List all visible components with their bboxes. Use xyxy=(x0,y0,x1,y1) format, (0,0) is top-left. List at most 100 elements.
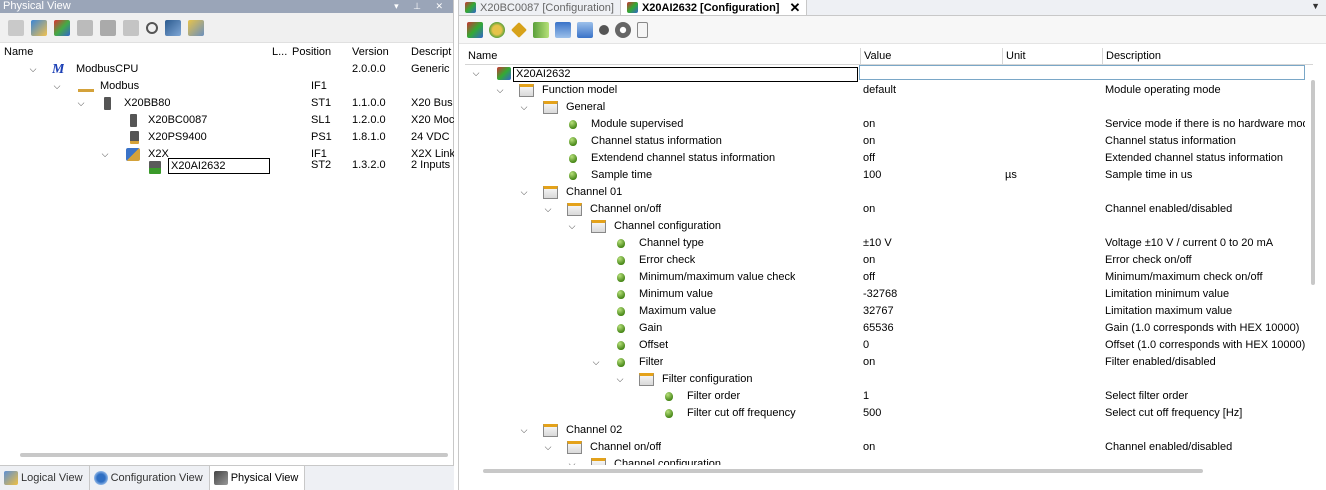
column-version[interactable]: Version xyxy=(352,44,389,60)
grid-row[interactable]: ⌵ Filter configuration xyxy=(465,371,1307,388)
grid-row-value[interactable]: 65536 xyxy=(863,320,1001,337)
horizontal-scrollbar[interactable] xyxy=(483,469,1203,473)
tree-node-x20bc0087[interactable]: X20BC0087 SL1 1.2.0.0 X20 Moc xyxy=(0,112,454,129)
close-icon[interactable]: ✕ xyxy=(789,0,800,16)
settings-icon[interactable] xyxy=(615,21,631,38)
tree-node-x20ps9400[interactable]: X20PS9400 PS1 1.8.1.0 24 VDC xyxy=(0,129,454,146)
grid-row[interactable]: Channel type ±10 V Voltage ±10 V / current… xyxy=(465,235,1307,252)
sort-descending-icon[interactable] xyxy=(555,21,571,38)
grid-row-value[interactable]: 1 xyxy=(863,388,1001,405)
chevron-down-icon[interactable]: ⌵ xyxy=(495,82,505,99)
configuration-icon[interactable] xyxy=(54,19,70,36)
grid-row[interactable]: ⌵ Channel on/off on Channel enabled/disable… xyxy=(465,201,1307,218)
grid-row-name[interactable]: X20AI2632 xyxy=(513,67,858,82)
chevron-down-icon[interactable]: ⌵ xyxy=(52,78,62,95)
grid-row-value[interactable] xyxy=(859,65,1305,80)
grid-row-value[interactable]: on xyxy=(863,439,1001,456)
column-position[interactable]: Position xyxy=(292,44,331,60)
grid-row[interactable]: ⌵ Channel configuration xyxy=(465,456,1307,465)
chevron-down-icon[interactable]: ⌵ xyxy=(519,184,529,201)
chevron-down-icon[interactable]: ⌵ xyxy=(615,371,625,388)
grid-row-value[interactable]: 100 xyxy=(863,167,1001,184)
tab-physical-view[interactable]: Physical View xyxy=(209,466,306,490)
grid-row-value[interactable]: 500 xyxy=(863,405,1001,422)
column-name[interactable]: Name xyxy=(465,48,497,65)
column-name[interactable]: Name xyxy=(4,44,33,60)
chevron-down-icon[interactable]: ⌵ xyxy=(519,422,529,439)
search-icon[interactable] xyxy=(146,21,158,34)
column-value[interactable]: Value xyxy=(860,48,891,65)
chevron-down-icon[interactable]: ⌵ xyxy=(471,65,481,82)
expand-all-icon[interactable] xyxy=(533,21,549,38)
grid-row[interactable]: Gain 65536 Gain (1.0 corresponds with HEX … xyxy=(465,320,1307,337)
grid-row-value[interactable]: on xyxy=(863,133,1001,150)
grid-row-value[interactable]: on xyxy=(863,354,1001,371)
chevron-down-icon[interactable]: ▼ xyxy=(1311,1,1320,11)
chevron-down-icon[interactable]: ⌵ xyxy=(543,439,553,456)
grid-row-value[interactable]: default xyxy=(863,82,1001,99)
grid-row-value[interactable]: on xyxy=(863,201,1001,218)
column-location[interactable]: L... xyxy=(272,44,287,60)
grid-row-value[interactable]: on xyxy=(863,252,1001,269)
chevron-down-icon[interactable]: ⌵ xyxy=(28,61,38,78)
grid-row-value[interactable]: on xyxy=(863,116,1001,133)
chevron-down-icon[interactable]: ⌵ xyxy=(519,99,529,116)
chevron-down-icon[interactable]: ⌵ xyxy=(567,218,577,235)
grid-row-root[interactable]: ⌵ X20AI2632 xyxy=(465,65,1307,82)
grid-row[interactable]: Minimum value -32768 Limitation minimum va… xyxy=(465,286,1307,303)
grid-row[interactable]: ⌵ Function model default Module operating m… xyxy=(465,82,1307,99)
grid-row[interactable]: Minimum/maximum value check off Minimum/ma… xyxy=(465,269,1307,286)
record-icon[interactable] xyxy=(599,24,609,35)
grid-row[interactable]: Offset 0 Offset (1.0 corresponds with HEX … xyxy=(465,337,1307,354)
grid-row[interactable]: ⌵ Channel configuration xyxy=(465,218,1307,235)
grid-row[interactable]: ⌵ Channel on/off on Channel enabled/disable… xyxy=(465,439,1307,456)
grid-row-value[interactable]: ±10 V xyxy=(863,235,1001,252)
grid-row-value[interactable]: off xyxy=(863,269,1001,286)
grid-row-value[interactable]: 0 xyxy=(863,337,1001,354)
find-icon[interactable] xyxy=(31,19,47,36)
grid-row-value[interactable] xyxy=(863,422,1001,439)
sort-ascending-icon[interactable] xyxy=(577,21,593,38)
grid-row-value[interactable]: off xyxy=(863,150,1001,167)
chevron-down-icon[interactable]: ⌵ xyxy=(76,95,86,112)
tree-node-label-selected[interactable]: X20AI2632 xyxy=(168,158,270,174)
tab-logical-view[interactable]: Logical View xyxy=(0,466,90,490)
column-description[interactable]: Description xyxy=(1102,48,1161,65)
grid-row-value[interactable]: -32768 xyxy=(863,286,1001,303)
grid-row-value[interactable]: 32767 xyxy=(863,303,1001,320)
panel-window-controls[interactable]: ▾ ⊥ ✕ xyxy=(394,0,449,13)
vertical-scrollbar[interactable] xyxy=(1311,80,1315,285)
grid-row[interactable]: Channel status information on Channel stat… xyxy=(465,133,1307,150)
configuration-icon[interactable] xyxy=(467,21,483,38)
grid-row-value[interactable] xyxy=(863,371,1001,388)
column-description[interactable]: Descript xyxy=(411,44,451,60)
grid-row[interactable]: Maximum value 32767 Limitation maximum val… xyxy=(465,303,1307,320)
device-icon[interactable] xyxy=(123,19,139,36)
column-unit[interactable]: Unit xyxy=(1002,48,1026,65)
grid-row[interactable]: ⌵ Channel 02 xyxy=(465,422,1307,439)
chevron-down-icon[interactable]: ⌵ xyxy=(543,201,553,218)
horizontal-scrollbar[interactable] xyxy=(20,453,448,457)
grid-row[interactable]: Module supervised on Service mode if there… xyxy=(465,116,1307,133)
chevron-down-icon[interactable]: ⌵ xyxy=(591,354,601,371)
system-configuration-icon[interactable] xyxy=(100,19,116,36)
tab-x20ai2632-configuration[interactable]: X20AI2632 [Configuration] ✕ xyxy=(619,0,808,16)
chevron-down-icon[interactable]: ⌵ xyxy=(567,456,577,465)
grid-row-value[interactable] xyxy=(863,218,1001,235)
wizard-icon[interactable] xyxy=(188,19,204,36)
grid-row-value[interactable] xyxy=(863,184,1001,201)
refresh-icon[interactable] xyxy=(489,21,505,38)
grid-row-value[interactable] xyxy=(863,456,1001,465)
tree-node-x20bb80[interactable]: ⌵ X20BB80 ST1 1.1.0.0 X20 Bus xyxy=(0,95,454,112)
grid-row[interactable]: ⌵ Filter on Filter enabled/disabled xyxy=(465,354,1307,371)
grid-row[interactable]: Filter cut off frequency 500 Select cut of… xyxy=(465,405,1307,422)
grid-row[interactable]: Error check on Error check on/off xyxy=(465,252,1307,269)
grid-row-value[interactable] xyxy=(863,99,1001,116)
grid-row[interactable]: ⌵ General xyxy=(465,99,1307,116)
properties-icon[interactable] xyxy=(8,19,24,36)
grid-row[interactable]: Extendend channel status information off E… xyxy=(465,150,1307,167)
io-mapping-icon[interactable] xyxy=(77,19,93,36)
tab-configuration-view[interactable]: Configuration View xyxy=(90,466,210,490)
tree-node-x20ai2632[interactable]: X20AI2632 ST2 1.3.2.0 2 Inputs xyxy=(0,157,454,174)
grid-row[interactable]: Sample time 100 µs Sample time in us xyxy=(465,167,1307,184)
